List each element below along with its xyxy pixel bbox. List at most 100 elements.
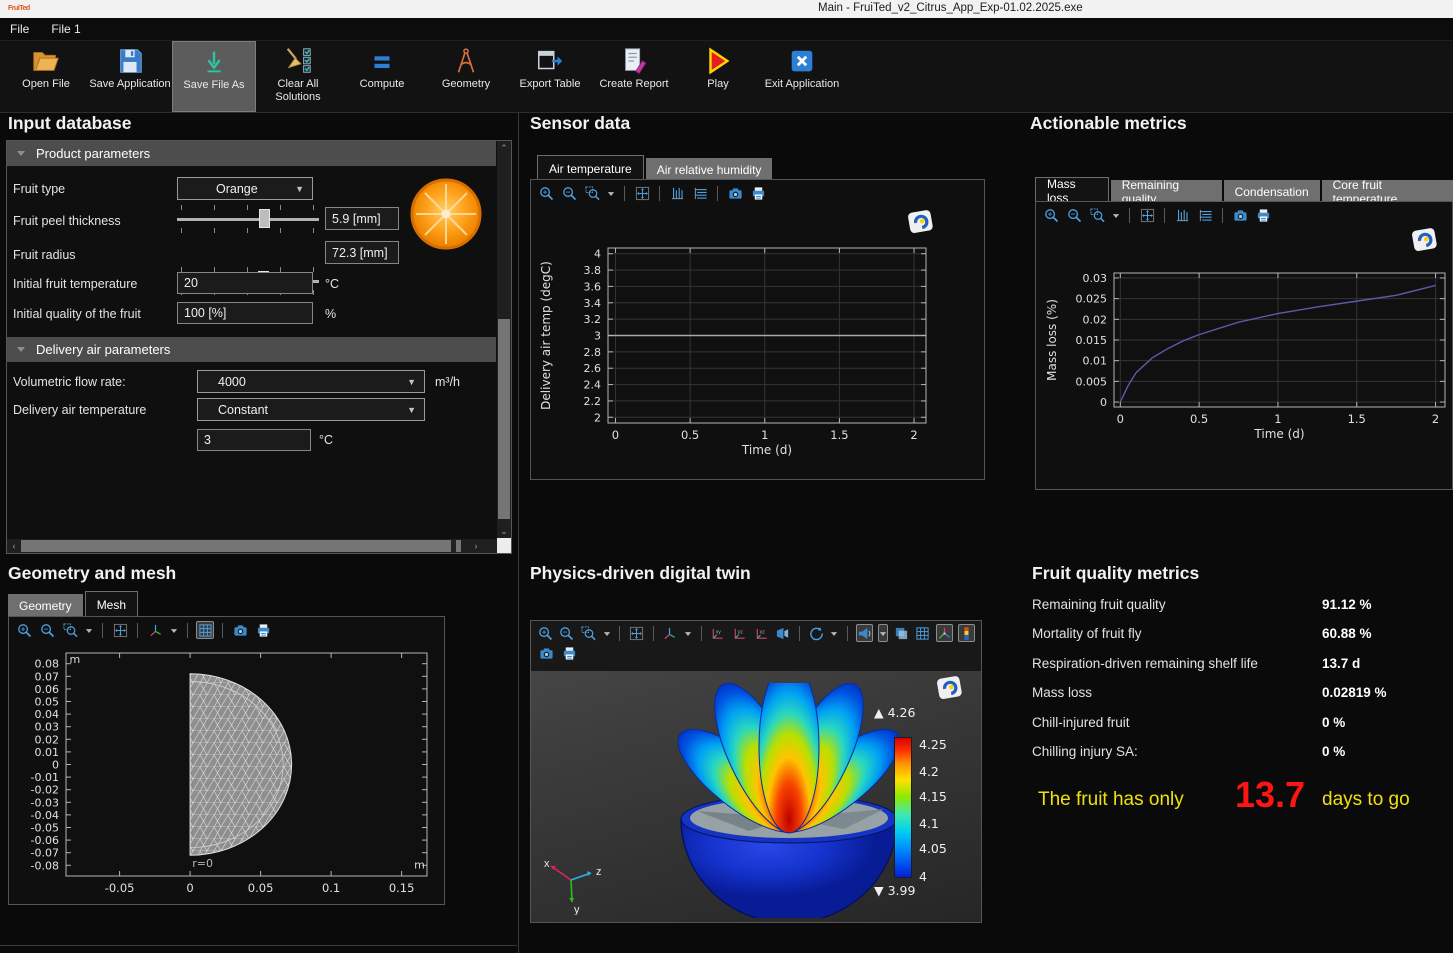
create-report-button[interactable]: Create Report — [592, 41, 676, 112]
scrollbar-thumb[interactable] — [498, 319, 510, 519]
geometry-button[interactable]: Geometry — [424, 41, 508, 112]
tab-remaining-quality[interactable]: Remaining quality — [1111, 180, 1222, 203]
rotate-icon[interactable] — [808, 624, 825, 642]
zoom-in-icon[interactable]: + — [537, 184, 555, 202]
initial-fruit-temperature-input[interactable]: 20 — [177, 272, 313, 294]
scroll-up-icon[interactable]: ⌃ — [497, 141, 511, 155]
fruit-peel-thickness-slider[interactable] — [177, 205, 319, 233]
zoom-box-icon[interactable] — [61, 621, 79, 639]
grid-vertical-icon[interactable] — [668, 184, 686, 202]
colorbar-max-marker: ▲ 4.26 — [874, 705, 915, 720]
grid-horizontal-icon[interactable] — [1196, 206, 1214, 224]
svg-text:Time (d): Time (d) — [741, 443, 792, 457]
volumetric-flow-rate-select[interactable]: 4000 ▼ — [197, 370, 425, 393]
tab-mass-loss[interactable]: Mass loss — [1035, 177, 1109, 203]
vertical-scrollbar[interactable]: ⌃ ⌄ — [497, 141, 511, 538]
scroll-left-icon[interactable]: ‹ — [7, 539, 21, 553]
clear-all-solutions-button[interactable]: Clear All Solutions — [256, 41, 340, 112]
slider-handle[interactable] — [259, 209, 270, 228]
grid-vertical-icon[interactable] — [1173, 206, 1191, 224]
fruit-peel-thickness-value[interactable]: 5.9 [mm] — [325, 207, 399, 230]
tab-core-fruit-temperature[interactable]: Core fruit temperature — [1322, 180, 1453, 203]
axis-orientation-icon[interactable] — [146, 621, 164, 639]
transparency-icon[interactable] — [893, 624, 910, 642]
open-file-button[interactable]: Open File — [4, 41, 88, 112]
view-xy-icon[interactable]: xy — [709, 624, 726, 642]
menu-file[interactable]: File — [10, 22, 29, 36]
caret-down-icon[interactable] — [602, 624, 611, 642]
caret-down-icon[interactable] — [878, 624, 888, 642]
horizontal-scrollbar[interactable]: ‹ › — [7, 539, 497, 553]
grid-icon[interactable] — [196, 621, 214, 639]
export-table-button[interactable]: Export Table — [508, 41, 592, 112]
delivery-air-temperature-value-input[interactable]: 3 — [197, 429, 311, 451]
tab-condensation[interactable]: Condensation — [1224, 180, 1320, 203]
delivery-air-parameters-header[interactable]: Delivery air parameters — [7, 337, 496, 362]
tab-mesh[interactable]: Mesh — [85, 591, 138, 617]
scroll-down-icon[interactable]: ⌄ — [497, 524, 511, 538]
svg-text:-0.06: -0.06 — [31, 834, 59, 847]
actionable-metrics-tabs: Mass loss Remaining quality Condensation… — [1035, 177, 1453, 203]
camera-icon[interactable] — [537, 644, 555, 662]
initial-quality-input[interactable]: 100 [%] — [177, 302, 313, 324]
zoom-in-icon[interactable]: + — [15, 621, 33, 639]
caret-down-icon[interactable] — [683, 624, 692, 642]
zoom-box-icon[interactable] — [580, 624, 597, 642]
tab-air-relative-humidity[interactable]: Air relative humidity — [646, 158, 773, 181]
camera-icon[interactable] — [1231, 206, 1249, 224]
tab-geometry[interactable]: Geometry — [8, 594, 83, 617]
grid-icon[interactable] — [914, 624, 931, 642]
print-icon[interactable] — [749, 184, 767, 202]
zoom-in-icon[interactable]: + — [537, 624, 554, 642]
scene-light-icon[interactable] — [856, 624, 873, 642]
zoom-out-icon[interactable]: − — [1065, 206, 1083, 224]
save-file-as-button[interactable]: Save File As — [172, 41, 256, 112]
zoom-out-icon[interactable]: − — [559, 624, 576, 642]
sensor-air-temperature-chart[interactable]: 00.511.5222.22.42.62.833.23.43.63.84Time… — [537, 230, 980, 474]
fit-icon[interactable] — [628, 624, 645, 642]
camera-icon[interactable] — [231, 621, 249, 639]
zoom-box-icon[interactable] — [583, 184, 601, 202]
view-xz-icon[interactable]: xz — [753, 624, 770, 642]
metric-label: Mass loss — [1032, 685, 1092, 700]
tab-air-temperature[interactable]: Air temperature — [537, 155, 644, 181]
grid-horizontal-icon[interactable] — [691, 184, 709, 202]
camera-icon[interactable] — [726, 184, 744, 202]
scrollbar-thumb[interactable] — [21, 540, 461, 552]
zoom-box-icon[interactable] — [1088, 206, 1106, 224]
bottom-divider — [0, 945, 517, 946]
fruit-type-select[interactable]: Orange ▼ — [177, 177, 313, 200]
axes-triad-icon[interactable] — [936, 624, 953, 642]
caret-down-icon[interactable] — [830, 624, 839, 642]
perspective-icon[interactable] — [774, 624, 791, 642]
mesh-plot[interactable]: -0.0500.050.10.150.080.070.060.050.040.0… — [11, 647, 443, 903]
svg-text:-0.04: -0.04 — [31, 809, 59, 822]
delivery-air-temperature-select[interactable]: Constant ▼ — [197, 398, 425, 421]
zoom-out-icon[interactable]: − — [560, 184, 578, 202]
fruit-radius-value[interactable]: 72.3 [mm] — [325, 241, 399, 264]
save-application-button[interactable]: Save Application — [88, 41, 172, 112]
caret-down-icon[interactable] — [606, 184, 616, 202]
print-icon[interactable] — [560, 644, 578, 662]
mass-loss-chart[interactable]: 00.511.5200.0050.010.0150.020.0250.03Tim… — [1038, 248, 1452, 463]
color-legend-icon[interactable] — [958, 624, 975, 642]
view-yz-icon[interactable]: yz — [731, 624, 748, 642]
zoom-in-icon[interactable]: + — [1042, 206, 1060, 224]
axis-orientation-icon[interactable] — [662, 624, 679, 642]
print-icon[interactable] — [1254, 206, 1272, 224]
caret-down-icon[interactable] — [1111, 206, 1121, 224]
exit-application-button[interactable]: Exit Application — [760, 41, 844, 112]
product-parameters-header[interactable]: Product parameters — [7, 141, 496, 166]
compute-button[interactable]: Compute — [340, 41, 424, 112]
fit-icon[interactable] — [111, 621, 129, 639]
fit-icon[interactable] — [1138, 206, 1156, 224]
menu-file-1[interactable]: File 1 — [51, 22, 80, 36]
caret-down-icon[interactable] — [169, 621, 179, 639]
metric-label: Mortality of fruit fly — [1032, 626, 1142, 641]
zoom-out-icon[interactable]: − — [38, 621, 56, 639]
fit-icon[interactable] — [633, 184, 651, 202]
caret-down-icon[interactable] — [84, 621, 94, 639]
play-button[interactable]: Play — [676, 41, 760, 112]
scroll-right-icon[interactable]: › — [469, 539, 483, 553]
print-icon[interactable] — [254, 621, 272, 639]
